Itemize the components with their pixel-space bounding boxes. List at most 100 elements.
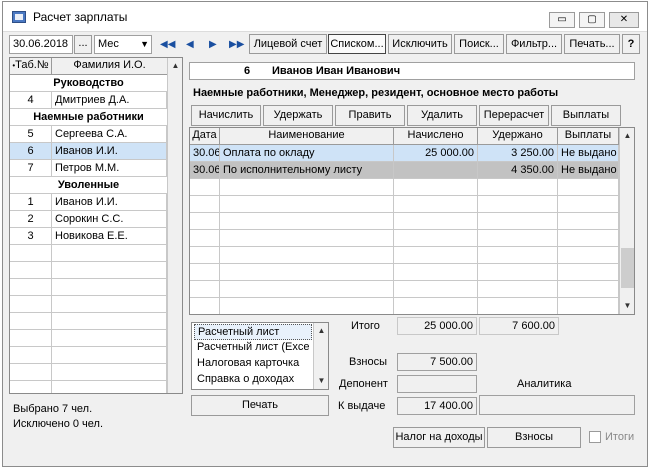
column-header-name[interactable]: Фамилия И.О. [52,58,168,75]
payroll-row[interactable]: 30.06 Оплата по окладу 25 000.00 3 250.00 Не… [190,145,619,162]
search-button[interactable]: Поиск... [454,34,504,54]
employee-row[interactable]: 7 Петров М.М. [10,160,167,177]
paid-cell: Не выдано [558,145,619,162]
payroll-scrollbar[interactable]: ▲ ▼ [619,128,634,314]
totals-checkbox[interactable] [589,431,601,443]
report-list: Расчетный лист Расчетный лист (Exce Налого… [191,322,329,390]
title-bar: Расчет зарплаты ▭ ▢ ✕ [3,2,647,32]
column-header-item[interactable]: Наименование [220,128,394,145]
first-period-icon[interactable]: ◀◀ [160,39,175,50]
income-tax-button[interactable]: Налог на доходы [393,427,485,448]
scroll-down-icon[interactable]: ▼ [314,373,328,388]
withhold-button[interactable]: Удержать [263,105,333,126]
accrued-cell [394,213,478,230]
app-icon [12,11,26,23]
filter-button[interactable]: Фильтр... [506,34,562,54]
date-picker-button[interactable]: ... [74,35,92,54]
name-cell [52,381,167,393]
help-button[interactable]: ? [622,34,640,54]
employee-row[interactable]: 5 Сергеева С.А. [10,126,167,143]
contributions-button[interactable]: Взносы [487,427,581,448]
column-header-date[interactable]: Дата [190,128,220,145]
print-menu-button[interactable]: Печать... [564,34,620,54]
total-label: Итого [351,320,380,332]
paid-cell [558,247,619,264]
close-button[interactable]: ✕ [609,12,639,28]
paid-cell [558,213,619,230]
payments-button[interactable]: Выплаты [551,105,621,126]
payroll-row[interactable]: 30.06 По исполнительному листу 4 350.00 Не … [190,162,619,179]
name-cell: Сергеева С.А. [52,126,167,143]
accrued-cell [394,281,478,298]
employee-row[interactable]: Руководство [10,75,167,92]
edit-button[interactable]: Править [335,105,405,126]
total-withheld: 7 600.00 [479,317,559,335]
report-item[interactable]: Справка о доходах [194,372,312,388]
empty-row [190,281,619,298]
date-cell [190,281,220,298]
minimize-button[interactable]: ▭ [549,12,575,28]
tab-number-cell [10,330,52,347]
scroll-up-icon[interactable]: ▲ [620,128,634,143]
column-header-tab[interactable]: •Таб.№ [10,58,52,75]
name-cell [52,279,167,296]
empty-row [190,247,619,264]
period-select[interactable]: Мес ▼ [94,35,152,54]
column-header-payments[interactable]: Выплаты [558,128,619,145]
name-cell [52,330,167,347]
personal-account-button[interactable]: Лицевой счет [249,34,327,54]
employee-tab-number: 6 [244,65,251,77]
withheld-cell [478,264,558,281]
employee-row[interactable]: 6 Иванов И.И. [10,143,167,160]
employee-row[interactable]: 4 Дмитриев Д.А. [10,92,167,109]
scroll-up-icon[interactable]: ▲ [314,323,328,338]
last-period-icon[interactable]: ▶▶ [229,39,244,50]
report-item[interactable]: Налоговая карточка [194,356,312,372]
tab-number-cell: 7 [10,160,52,177]
employee-row[interactable]: Уволенные [10,177,167,194]
employee-name-bar: 6 Иванов Иван Иванович [189,62,635,80]
withheld-cell [478,298,558,314]
excluded-count: Исключено 0 чел. [13,418,103,430]
employee-row[interactable]: 3 Новикова Е.Е. [10,228,167,245]
empty-row [10,381,167,393]
list-view-button[interactable]: Списком... [328,34,386,54]
empty-row [190,264,619,281]
analytics-field [479,395,635,415]
column-header-accrued[interactable]: Начислено [394,128,478,145]
empty-row [10,245,167,262]
employee-scrollbar[interactable]: ▲ [167,58,182,393]
name-cell [220,298,394,314]
tab-number-cell: 5 [10,126,52,143]
name-cell [52,262,167,279]
prev-period-icon[interactable]: ◀ [186,39,194,50]
tab-number-cell [10,262,52,279]
employee-row[interactable]: Наемные работники [10,109,167,126]
maximize-button[interactable]: ▢ [579,12,605,28]
report-scrollbar[interactable]: ▲ ▼ [313,323,328,389]
employee-list: •Таб.№ Фамилия И.О. Руководство 4 Дмитриев… [9,57,183,394]
column-header-withheld[interactable]: Удержано [478,128,558,145]
next-period-icon[interactable]: ▶ [209,39,217,50]
name-cell [220,264,394,281]
accrue-button[interactable]: Начислить [191,105,261,126]
contributions-label: Взносы [349,356,387,368]
recalc-button[interactable]: Перерасчет [479,105,549,126]
scroll-thumb[interactable] [621,248,634,288]
tab-number-cell: 4 [10,92,52,109]
exclude-button[interactable]: Исключить [388,34,452,54]
name-cell [220,213,394,230]
empty-row [10,347,167,364]
empty-row [10,279,167,296]
delete-button[interactable]: Удалить [407,105,477,126]
empty-row [190,179,619,196]
withheld-cell [478,196,558,213]
report-item[interactable]: Расчетный лист (Exce [194,340,312,356]
print-button[interactable]: Печать [191,395,329,416]
employee-row[interactable]: 2 Сорокин С.С. [10,211,167,228]
report-item[interactable]: Расчетный лист [194,324,312,340]
employee-row[interactable]: 1 Иванов И.И. [10,194,167,211]
scroll-up-icon[interactable]: ▲ [168,58,182,73]
date-field[interactable]: 30.06.2018 [9,35,73,54]
scroll-down-icon[interactable]: ▼ [620,298,634,313]
